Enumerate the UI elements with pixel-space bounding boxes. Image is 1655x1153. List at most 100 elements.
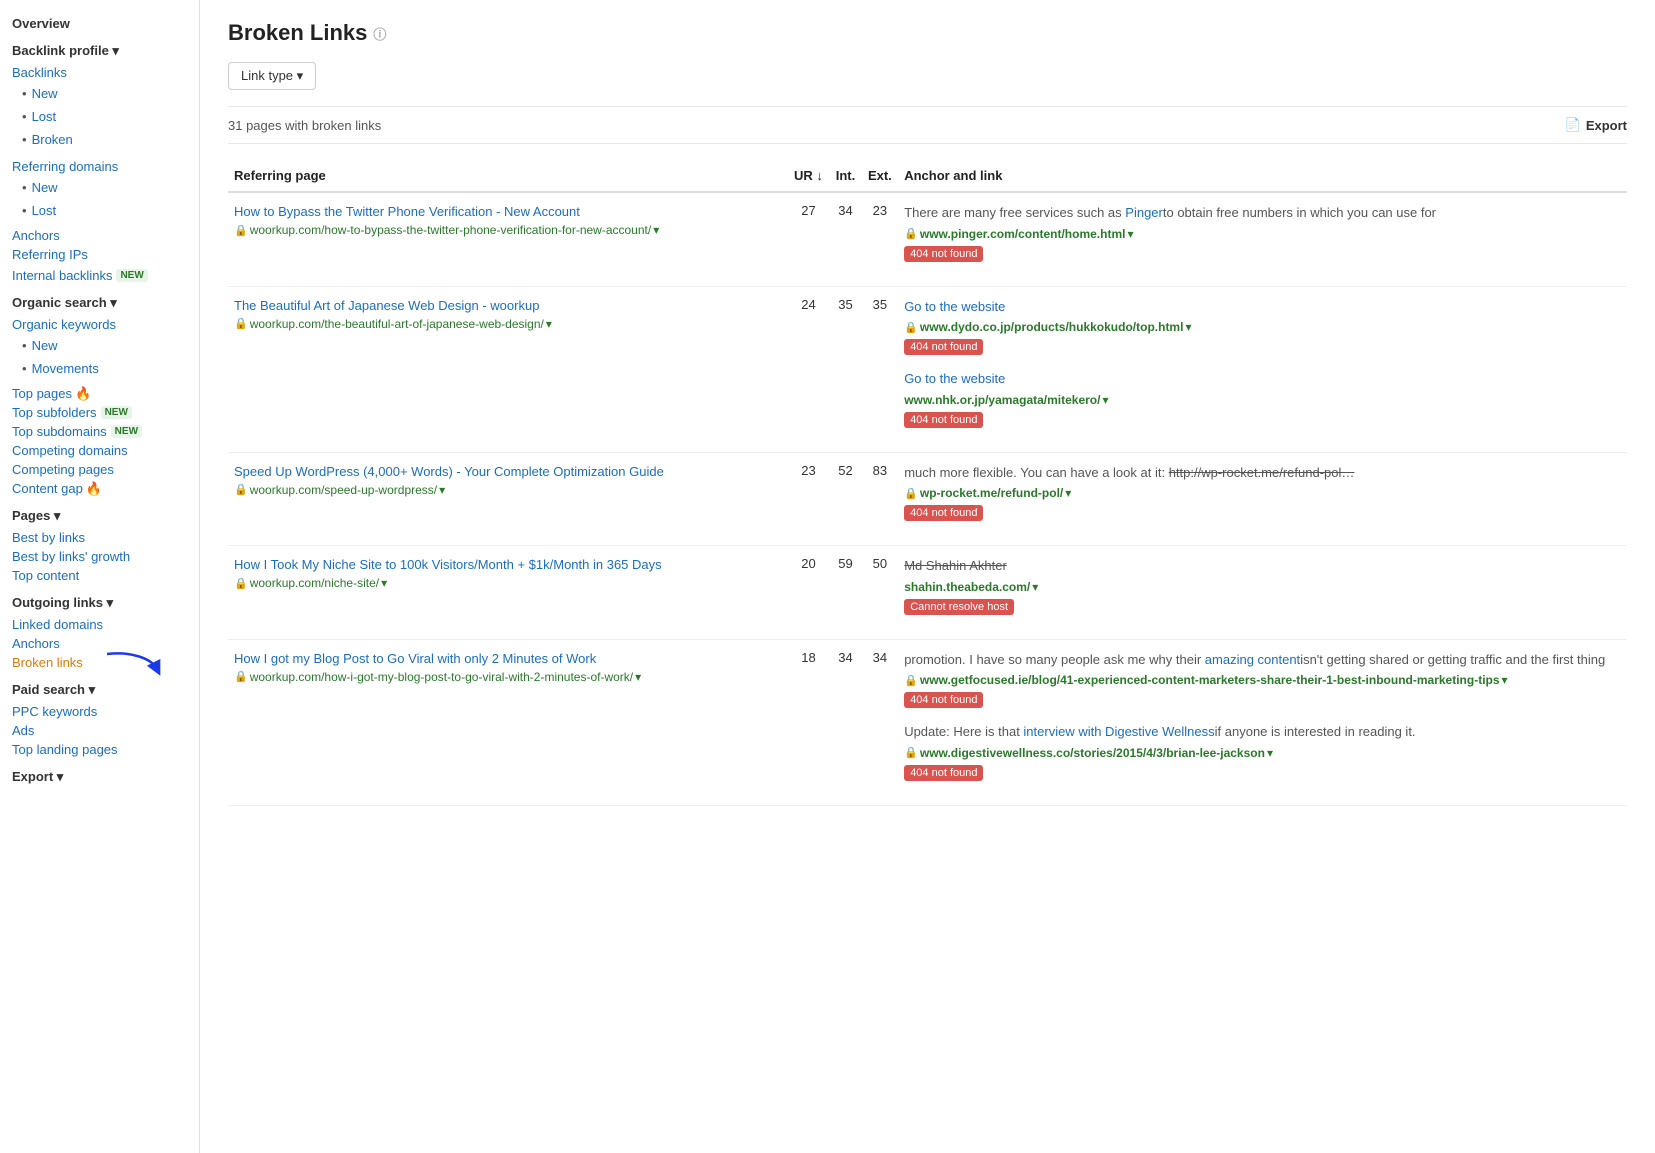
sidebar-item-top-landing-pages[interactable]: Top landing pages <box>12 740 187 759</box>
sidebar-item-organic-keywords[interactable]: Organic keywords <box>12 315 187 334</box>
broken-url-dropdown[interactable]: ▾ <box>1502 673 1508 687</box>
page-url-link[interactable]: woorkup.com/how-to-bypass-the-twitter-ph… <box>250 223 652 237</box>
broken-url-link[interactable]: www.getfocused.ie/blog/41-experienced-co… <box>920 673 1500 687</box>
anchor-link[interactable]: Pinger <box>1125 205 1163 220</box>
sidebar-item-referring-ips[interactable]: Referring IPs <box>12 245 187 264</box>
sidebar-item-competing-pages[interactable]: Competing pages <box>12 460 187 479</box>
page-url-link[interactable]: woorkup.com/niche-site/ <box>250 576 379 590</box>
anchor-link[interactable]: amazing con­tent <box>1205 652 1300 667</box>
anchor-text: promotion. I have so many people ask me … <box>904 650 1621 670</box>
broken-url-dropdown[interactable]: ▾ <box>1267 746 1273 760</box>
anchor-link[interactable]: Go to the website <box>904 371 1005 386</box>
referring-page-title-link[interactable]: How I got my Blog Post to Go Viral with … <box>234 650 782 668</box>
sidebar-bullet-lost-domains[interactable]: Lost <box>12 199 187 222</box>
sidebar-item-overview[interactable]: Overview <box>12 16 187 31</box>
referring-page-title-link[interactable]: How to Bypass the Twitter Phone Verifica… <box>234 203 782 221</box>
referring-page-title-link[interactable]: Speed Up WordPress (4,000+ Words) - Your… <box>234 463 782 481</box>
sidebar-item-competing-domains[interactable]: Competing domains <box>12 441 187 460</box>
sidebar-item-top-content[interactable]: Top content <box>12 566 187 585</box>
broken-url-dropdown[interactable]: ▾ <box>1065 486 1071 500</box>
broken-url-dropdown[interactable]: ▾ <box>1032 580 1038 594</box>
cell-int: 52 <box>829 452 861 546</box>
anchor-link-cell: Go to the website🔒www.dydo.co.jp/product… <box>898 286 1627 452</box>
anchor-link[interactable]: interview with Digestive Wellness <box>1023 724 1214 739</box>
sidebar-section-outgoing[interactable]: Outgoing links ▾ <box>12 595 187 611</box>
text-after: isn't getting shared or getting traffic … <box>1300 652 1605 667</box>
sidebar-section-organic[interactable]: Organic search ▾ <box>12 295 187 311</box>
referring-page-cell: How to Bypass the Twitter Phone Verifica… <box>228 192 788 286</box>
broken-url-link[interactable]: www.pinger.com/content/home.html <box>920 227 1126 241</box>
main-content: Broken Links ⓘ Link type ▾ 31 pages with… <box>200 0 1655 1153</box>
col-ur[interactable]: UR ↓ <box>788 160 830 192</box>
cell-ur: 18 <box>788 639 830 805</box>
export-button[interactable]: 📄 Export <box>1565 117 1627 133</box>
summary-text: 31 pages with broken links <box>228 118 381 133</box>
sidebar-bullet-new-domains[interactable]: New <box>12 176 187 199</box>
broken-url-dropdown[interactable]: ▾ <box>1102 393 1108 407</box>
fire-icon-top-pages: 🔥 <box>75 386 91 402</box>
broken-url-dropdown[interactable]: ▾ <box>1185 320 1191 334</box>
sidebar-section-paid[interactable]: Paid search ▾ <box>12 682 187 698</box>
sidebar-section-pages[interactable]: Pages ▾ <box>12 508 187 524</box>
sidebar-item-ppc-keywords[interactable]: PPC keywords <box>12 702 187 721</box>
broken-url-link[interactable]: wp-rocket.me/refund-pol/ <box>920 486 1063 500</box>
page-url-link[interactable]: woorkup.com/the-beautiful-art-of-japanes… <box>250 317 544 331</box>
anchor-block: promotion. I have so many people ask me … <box>904 650 1621 715</box>
page-url-link[interactable]: woorkup.com/speed-up-wordpress/ <box>250 483 437 497</box>
fire-icon-content-gap: 🔥 <box>86 481 102 497</box>
sidebar-item-best-by-links[interactable]: Best by links <box>12 528 187 547</box>
broken-url-link[interactable]: shahin.theabeda.com/ <box>904 580 1030 594</box>
sidebar-item-top-subfolders[interactable]: Top subfolders <box>12 403 97 422</box>
sidebar-item-content-gap[interactable]: Content gap <box>12 479 83 498</box>
broken-url-link[interactable]: www.nhk.or.jp/yamagata/mitekero/ <box>904 393 1100 407</box>
lock-icon: 🔒 <box>234 670 248 683</box>
page-url: 🔒woorkup.com/niche-site/▾ <box>234 576 782 590</box>
url-dropdown-icon[interactable]: ▾ <box>546 317 552 331</box>
link-type-dropdown[interactable]: Link type ▾ <box>228 62 316 90</box>
broken-url-dropdown[interactable]: ▾ <box>1127 227 1133 241</box>
sidebar-item-best-by-links-growth[interactable]: Best by links' growth <box>12 547 187 566</box>
url-dropdown-icon[interactable]: ▾ <box>381 576 387 590</box>
sidebar-bullet-lost-backlinks[interactable]: Lost <box>12 105 187 128</box>
sidebar-item-linked-domains[interactable]: Linked domains <box>12 615 187 634</box>
sidebar-bullet-broken-backlinks[interactable]: Broken <box>12 128 187 151</box>
sidebar-item-ads[interactable]: Ads <box>12 721 187 740</box>
link-type-label: Link type ▾ <box>241 68 303 84</box>
sidebar-item-referring-domains[interactable]: Referring domains <box>12 157 187 176</box>
broken-url: 🔒www.digestivewellness.co/stories/2015/4… <box>904 746 1621 760</box>
sidebar-item-broken-links[interactable]: Broken links <box>12 653 83 672</box>
lock-icon: 🔒 <box>234 224 248 237</box>
sidebar-section-export[interactable]: Export ▾ <box>12 769 187 785</box>
sidebar-bullet-movements[interactable]: Movements <box>12 357 187 380</box>
text-after: to obtain free numbers in which you can … <box>1163 205 1436 220</box>
sidebar-section-backlink-profile[interactable]: Backlink profile ▾ <box>12 43 187 59</box>
cell-int: 34 <box>829 192 861 286</box>
sidebar-bullet-new-keywords[interactable]: New <box>12 334 187 357</box>
cell-ext: 23 <box>862 192 899 286</box>
page-url-link[interactable]: woorkup.com/how-i-got-my-blog-post-to-go… <box>250 670 633 684</box>
sidebar-item-backlinks[interactable]: Backlinks <box>12 63 187 82</box>
table-row: How to Bypass the Twitter Phone Verifica… <box>228 192 1627 286</box>
sidebar: Overview Backlink profile ▾ Backlinks Ne… <box>0 0 200 1153</box>
url-dropdown-icon[interactable]: ▾ <box>439 483 445 497</box>
sidebar-bullet-new-backlinks[interactable]: New <box>12 82 187 105</box>
info-icon[interactable]: ⓘ <box>373 24 386 43</box>
text-before: There are many free services such as <box>904 205 1125 220</box>
sidebar-item-anchors[interactable]: Anchors <box>12 226 187 245</box>
referring-page-title-link[interactable]: The Beautiful Art of Japanese Web Design… <box>234 297 782 315</box>
broken-url-link[interactable]: www.dydo.co.jp/products/hukkokudo/top.ht… <box>920 320 1184 334</box>
anchor-text: There are many free services such as Pin… <box>904 203 1621 223</box>
referring-page-title-link[interactable]: How I Took My Niche Site to 100k Visitor… <box>234 556 782 574</box>
anchor-block: Go to the website🔒www.dydo.co.jp/product… <box>904 297 1621 362</box>
sidebar-item-top-subdomains[interactable]: Top subdomains <box>12 422 107 441</box>
anchor-link[interactable]: Go to the website <box>904 299 1005 314</box>
col-ext[interactable]: Ext. <box>862 160 899 192</box>
table-header-row: Referring page UR ↓ Int. Ext. Anchor and… <box>228 160 1627 192</box>
broken-url-link[interactable]: www.digestivewellness.co/stories/2015/4/… <box>920 746 1265 760</box>
url-dropdown-icon[interactable]: ▾ <box>653 223 659 237</box>
col-int[interactable]: Int. <box>829 160 861 192</box>
url-dropdown-icon[interactable]: ▾ <box>635 670 641 684</box>
sidebar-item-internal-backlinks[interactable]: Internal backlinks <box>12 266 112 285</box>
text-before: promotion. I have so many people ask me … <box>904 652 1205 667</box>
sidebar-item-top-pages[interactable]: Top pages <box>12 384 72 403</box>
